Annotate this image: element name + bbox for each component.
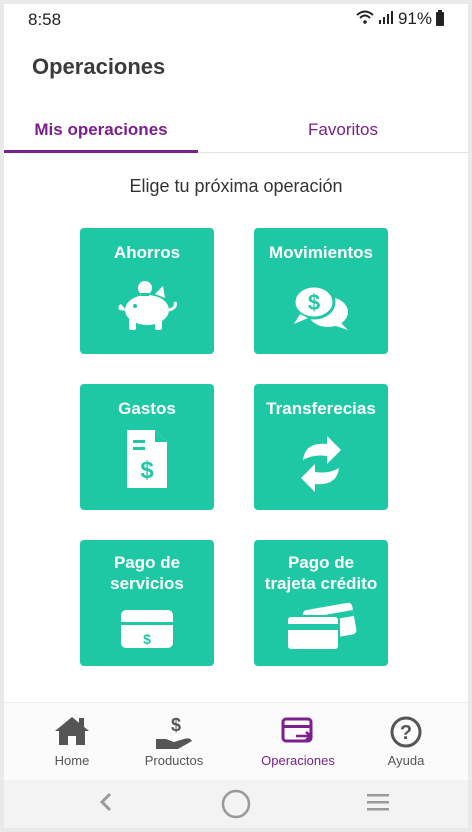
page-title: Operaciones [32, 54, 166, 79]
tab-bar: Mis operaciones Favoritos [4, 112, 468, 153]
svg-text:$: $ [171, 715, 181, 735]
svg-text:?: ? [400, 722, 412, 744]
operation-label: Ahorros [113, 243, 181, 262]
nav-label: Home [54, 753, 90, 768]
operation-card-pago-servicios[interactable]: Pago de servicios $ [80, 540, 214, 666]
operation-label: Transferecias [266, 399, 376, 418]
operation-label-line1: Pago de [113, 553, 181, 572]
bottom-nav: Home $ Productos Operaciones ? Ayuda [4, 702, 468, 781]
battery-percent: 91% [397, 9, 432, 28]
home-icon [55, 717, 89, 745]
nav-item-ayuda[interactable]: ? Ayuda [356, 703, 456, 781]
status-bar: 8:58 91% [4, 4, 468, 34]
svg-text:$: $ [140, 457, 154, 484]
operation-label-line2: trajeta crédito [264, 574, 378, 593]
section-subtitle: Elige tu próxima operación [129, 176, 343, 196]
nav-item-operaciones[interactable]: Operaciones [248, 703, 348, 781]
nav-label: Productos [144, 753, 204, 768]
operation-card-gastos[interactable]: Gastos $ [80, 384, 214, 510]
hand-dollar-icon: $ [156, 715, 192, 749]
help-circle-icon: ? [390, 716, 422, 748]
wifi-icon [356, 9, 374, 29]
operation-card-movimientos[interactable]: Movimientos $ [254, 228, 388, 354]
operation-label: Gastos [118, 399, 176, 418]
operation-label-line2: servicios [110, 574, 184, 593]
piggy-bank-icon [80, 280, 214, 332]
money-chat-icon: $ [254, 282, 388, 332]
back-icon[interactable] [98, 790, 114, 821]
transfer-arrows-icon [254, 434, 388, 494]
system-nav-bar [4, 780, 468, 828]
document-dollar-icon: $ [80, 428, 214, 490]
bill-dollar-icon: $ [80, 608, 214, 650]
operation-label-line1: Pago de [287, 553, 355, 572]
nav-label: Operaciones [261, 753, 335, 768]
tab-mis-operaciones[interactable]: Mis operaciones [4, 112, 198, 153]
status-time: 8:58 [28, 10, 62, 29]
tab-favoritos[interactable]: Favoritos [246, 112, 440, 152]
nav-label: Ayuda [387, 753, 425, 768]
nav-item-home[interactable]: Home [22, 703, 122, 781]
operation-label: Movimientos [269, 243, 373, 262]
battery-icon [436, 10, 444, 26]
operation-label: Pago de trajeta crédito [254, 552, 388, 594]
home-circle-icon[interactable] [220, 788, 252, 827]
credit-cards-icon [254, 600, 388, 654]
operation-card-transferencias[interactable]: Transferecias [254, 384, 388, 510]
app-screen: 8:58 91% Operaciones Mis operaciones Fav… [4, 4, 468, 828]
recent-apps-icon[interactable] [366, 790, 390, 821]
nav-item-productos[interactable]: $ Productos [124, 703, 224, 781]
svg-text:$: $ [308, 290, 320, 315]
signal-icon [378, 10, 394, 28]
card-transfer-icon [281, 717, 314, 743]
operation-label: Pago de servicios [80, 552, 214, 594]
operation-card-ahorros[interactable]: Ahorros [80, 228, 214, 354]
status-right: 91% [356, 9, 444, 29]
svg-text:$: $ [143, 631, 151, 647]
operation-card-pago-tarjeta[interactable]: Pago de trajeta crédito [254, 540, 388, 666]
